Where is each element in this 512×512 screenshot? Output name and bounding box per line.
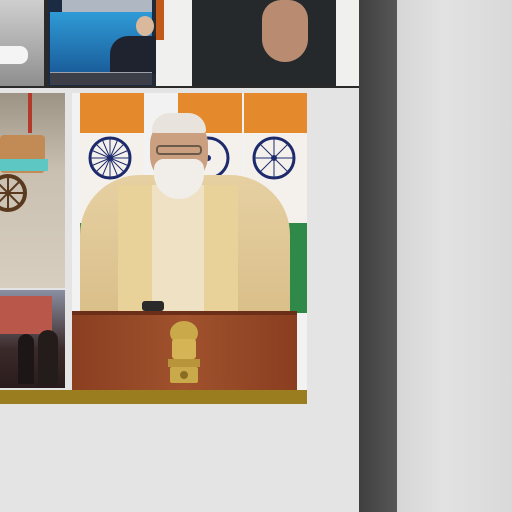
- cart-sign: [0, 159, 48, 171]
- content-canvas: [0, 0, 359, 512]
- flag-saffron-band: [80, 93, 144, 133]
- flag-edge: [156, 0, 164, 40]
- person-silhouette: [38, 330, 58, 386]
- panel-divider: [359, 0, 397, 512]
- news-anchor-thumbnail[interactable]: [48, 0, 182, 86]
- ashoka-chakra-icon: [252, 136, 296, 180]
- flag-saffron-band: [244, 93, 307, 133]
- microphone-icon: [142, 301, 164, 311]
- vendor-cart-thumbnail[interactable]: [0, 93, 65, 288]
- market-crowd-thumbnail[interactable]: [0, 290, 65, 388]
- person-silhouette: [18, 334, 34, 384]
- screenshot-page: [0, 0, 512, 512]
- main-speaker-image[interactable]: [72, 93, 307, 390]
- gold-accent-bar: [0, 390, 307, 404]
- ashoka-chakra-icon: [88, 136, 132, 180]
- news-ticker-bar: [50, 72, 152, 85]
- red-pole: [28, 93, 32, 133]
- right-panel: [397, 0, 512, 512]
- thumbnail-strip: [0, 0, 359, 88]
- speaker-glasses: [156, 145, 202, 155]
- street-scene-thumbnail[interactable]: [0, 0, 44, 86]
- thumbnail-header-bar: [62, 0, 152, 12]
- anchor-head: [136, 16, 154, 36]
- speaker-gesture-thumbnail[interactable]: [156, 0, 359, 86]
- cart-wheel-icon: [0, 174, 27, 212]
- speaker-hair: [152, 113, 206, 133]
- gesturing-hand: [262, 0, 308, 62]
- thumbnail-object: [0, 46, 28, 64]
- national-emblem-icon: [168, 321, 200, 383]
- shop-front: [0, 296, 52, 334]
- white-sleeve-right: [336, 0, 359, 86]
